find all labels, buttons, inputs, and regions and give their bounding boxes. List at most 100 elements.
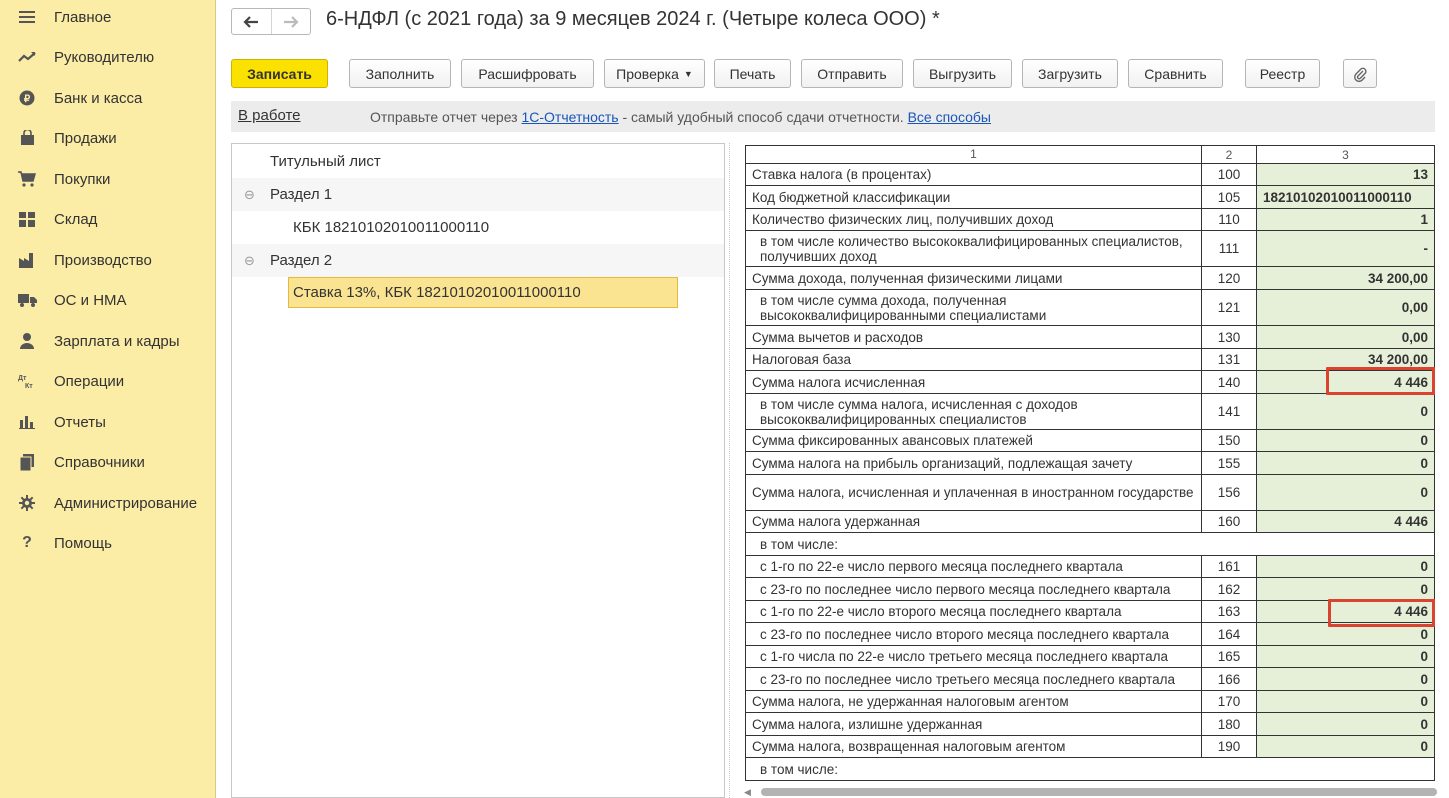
- horizontal-scrollbar[interactable]: [761, 788, 1437, 796]
- row-code: 105: [1201, 185, 1257, 209]
- table-row: Сумма налога удержанная 160 4 446: [745, 510, 1435, 533]
- forward-button[interactable]: [270, 9, 310, 34]
- row-code: 155: [1201, 451, 1257, 475]
- table-row: Сумма налога, исчисленная и уплаченная в…: [745, 474, 1435, 511]
- row-label: в том числе:: [745, 532, 1435, 556]
- sidebar-item-main[interactable]: Главное: [0, 0, 216, 37]
- row-value[interactable]: -: [1256, 230, 1435, 267]
- sidebar-item-production[interactable]: Производство: [0, 240, 216, 280]
- tree-item-kbk[interactable]: КБК 18210102010011000110: [232, 211, 724, 244]
- row-label: Ставка налога (в процентах): [745, 163, 1202, 186]
- import-button[interactable]: Загрузить: [1022, 59, 1118, 88]
- tree-item-section-1[interactable]: ⊖ Раздел 1: [232, 178, 724, 211]
- tree-item-section-2[interactable]: ⊖ Раздел 2: [232, 244, 724, 277]
- decode-button[interactable]: Расшифровать: [461, 59, 594, 88]
- sidebar-item-manager[interactable]: Руководителю: [0, 37, 216, 77]
- info-bar: В работе Отправьте отчет через 1С-Отчетн…: [231, 101, 1435, 132]
- sidebar-item-label: Главное: [54, 8, 112, 26]
- row-code: 110: [1201, 208, 1257, 231]
- sidebar-item-reports[interactable]: Отчеты: [0, 402, 216, 442]
- row-value[interactable]: 0: [1256, 429, 1435, 452]
- tree-item-title-page[interactable]: Титульный лист: [232, 145, 724, 178]
- row-value[interactable]: 0: [1256, 690, 1435, 713]
- scrollbar-thumb[interactable]: [761, 788, 1437, 796]
- highlight-frame-140: [1326, 367, 1435, 395]
- table-row: Количество физических лиц, получивших до…: [745, 208, 1435, 231]
- sidebar-item-label: ОС и НМА: [54, 291, 127, 309]
- sidebar-item-sales[interactable]: Продажи: [0, 118, 216, 158]
- row-value[interactable]: 0: [1256, 474, 1435, 511]
- row-value[interactable]: 0,00: [1256, 325, 1435, 349]
- service-link[interactable]: 1С-Отчетность: [521, 109, 618, 125]
- collapse-icon[interactable]: ⊖: [244, 253, 255, 269]
- attach-button[interactable]: [1343, 59, 1377, 88]
- export-button[interactable]: Выгрузить: [913, 59, 1012, 88]
- sidebar-item-administration[interactable]: Администрирование: [0, 483, 216, 523]
- sidebar-item-warehouse[interactable]: Склад: [0, 199, 216, 239]
- row-value[interactable]: 0: [1256, 451, 1435, 475]
- tree-item-label: Титульный лист: [270, 153, 381, 170]
- back-button[interactable]: [232, 9, 271, 34]
- registry-button[interactable]: Реестр: [1245, 59, 1320, 88]
- gear-icon: [17, 493, 37, 513]
- sidebar-item-references[interactable]: Справочники: [0, 442, 216, 482]
- sidebar-item-bank[interactable]: ₽ Банк и касса: [0, 78, 216, 118]
- scroll-left-icon[interactable]: ◀: [744, 787, 751, 798]
- tree-item-rate-13[interactable]: Ставка 13%, КБК 18210102010011000110: [232, 276, 724, 309]
- table-row: Сумма налога, возвращенная налоговым аге…: [745, 735, 1435, 758]
- svg-text:Дт: Дт: [18, 375, 27, 382]
- sidebar-item-help[interactable]: ? Помощь: [0, 523, 216, 563]
- row-label: Сумма фиксированных авансовых платежей: [745, 429, 1202, 452]
- row-code: 150: [1201, 429, 1257, 452]
- row-value[interactable]: 13: [1256, 163, 1435, 186]
- factory-icon: [17, 250, 37, 270]
- sidebar-item-label: Склад: [54, 210, 98, 228]
- row-value[interactable]: 0: [1256, 712, 1435, 736]
- status-link[interactable]: В работе: [238, 107, 301, 124]
- row-label: Сумма дохода, полученная физическими лиц…: [745, 266, 1202, 290]
- row-value[interactable]: 0: [1256, 393, 1435, 430]
- tree-item-label: Раздел 1: [270, 186, 333, 203]
- sidebar-item-label: Отчеты: [54, 413, 106, 431]
- check-dropdown-button[interactable]: Проверка ▼: [604, 59, 705, 88]
- row-code: 121: [1201, 289, 1257, 326]
- row-value[interactable]: 0: [1256, 577, 1435, 601]
- sidebar-item-salary[interactable]: Зарплата и кадры: [0, 321, 216, 361]
- sidebar-item-purchases[interactable]: Покупки: [0, 159, 216, 199]
- fill-button[interactable]: Заполнить: [349, 59, 451, 88]
- row-label: с 1-го числа по 22-е число третьего меся…: [745, 645, 1202, 668]
- row-value[interactable]: 0: [1256, 645, 1435, 668]
- panel-splitter[interactable]: [729, 143, 736, 798]
- row-value[interactable]: 4 446: [1256, 510, 1435, 533]
- row-value[interactable]: 0: [1256, 735, 1435, 758]
- arrow-left-icon: [243, 15, 259, 28]
- send-button[interactable]: Отправить: [801, 59, 903, 88]
- compare-button[interactable]: Сравнить: [1128, 59, 1223, 88]
- cart-icon: [17, 169, 37, 189]
- row-label: Сумма вычетов и расходов: [745, 325, 1202, 349]
- sidebar-item-fixed-assets[interactable]: ОС и НМА: [0, 280, 216, 320]
- svg-text:₽: ₽: [24, 94, 31, 105]
- row-label: с 23-го по последнее число второго месяц…: [745, 622, 1202, 646]
- highlight-frame-163: [1328, 599, 1435, 627]
- table-row: Сумма вычетов и расходов 130 0,00: [745, 325, 1435, 349]
- print-button[interactable]: Печать: [714, 59, 791, 88]
- row-value[interactable]: 0,00: [1256, 289, 1435, 326]
- row-value[interactable]: 1: [1256, 208, 1435, 231]
- row-value[interactable]: 18210102010011000110: [1256, 185, 1435, 209]
- row-value[interactable]: 34 200,00: [1256, 266, 1435, 290]
- tree-item-label: Раздел 2: [270, 252, 333, 269]
- save-button[interactable]: Записать: [231, 59, 328, 88]
- row-label: в том числе:: [745, 757, 1435, 781]
- collapse-icon[interactable]: ⊖: [244, 187, 255, 203]
- sidebar: Главное Руководителю ₽ Банк и касса Прод…: [0, 0, 216, 798]
- person-icon: [17, 331, 37, 351]
- row-label: в том числе сумма дохода, полученная выс…: [745, 289, 1202, 326]
- caret-down-icon: ▼: [683, 68, 693, 79]
- row-value[interactable]: 0: [1256, 555, 1435, 578]
- all-methods-link[interactable]: Все способы: [908, 109, 991, 125]
- row-code: 161: [1201, 555, 1257, 578]
- row-label: Сумма налога, излишне удержанная: [745, 712, 1202, 736]
- sidebar-item-operations[interactable]: Дт Кт Операции: [0, 361, 216, 401]
- row-value[interactable]: 0: [1256, 667, 1435, 691]
